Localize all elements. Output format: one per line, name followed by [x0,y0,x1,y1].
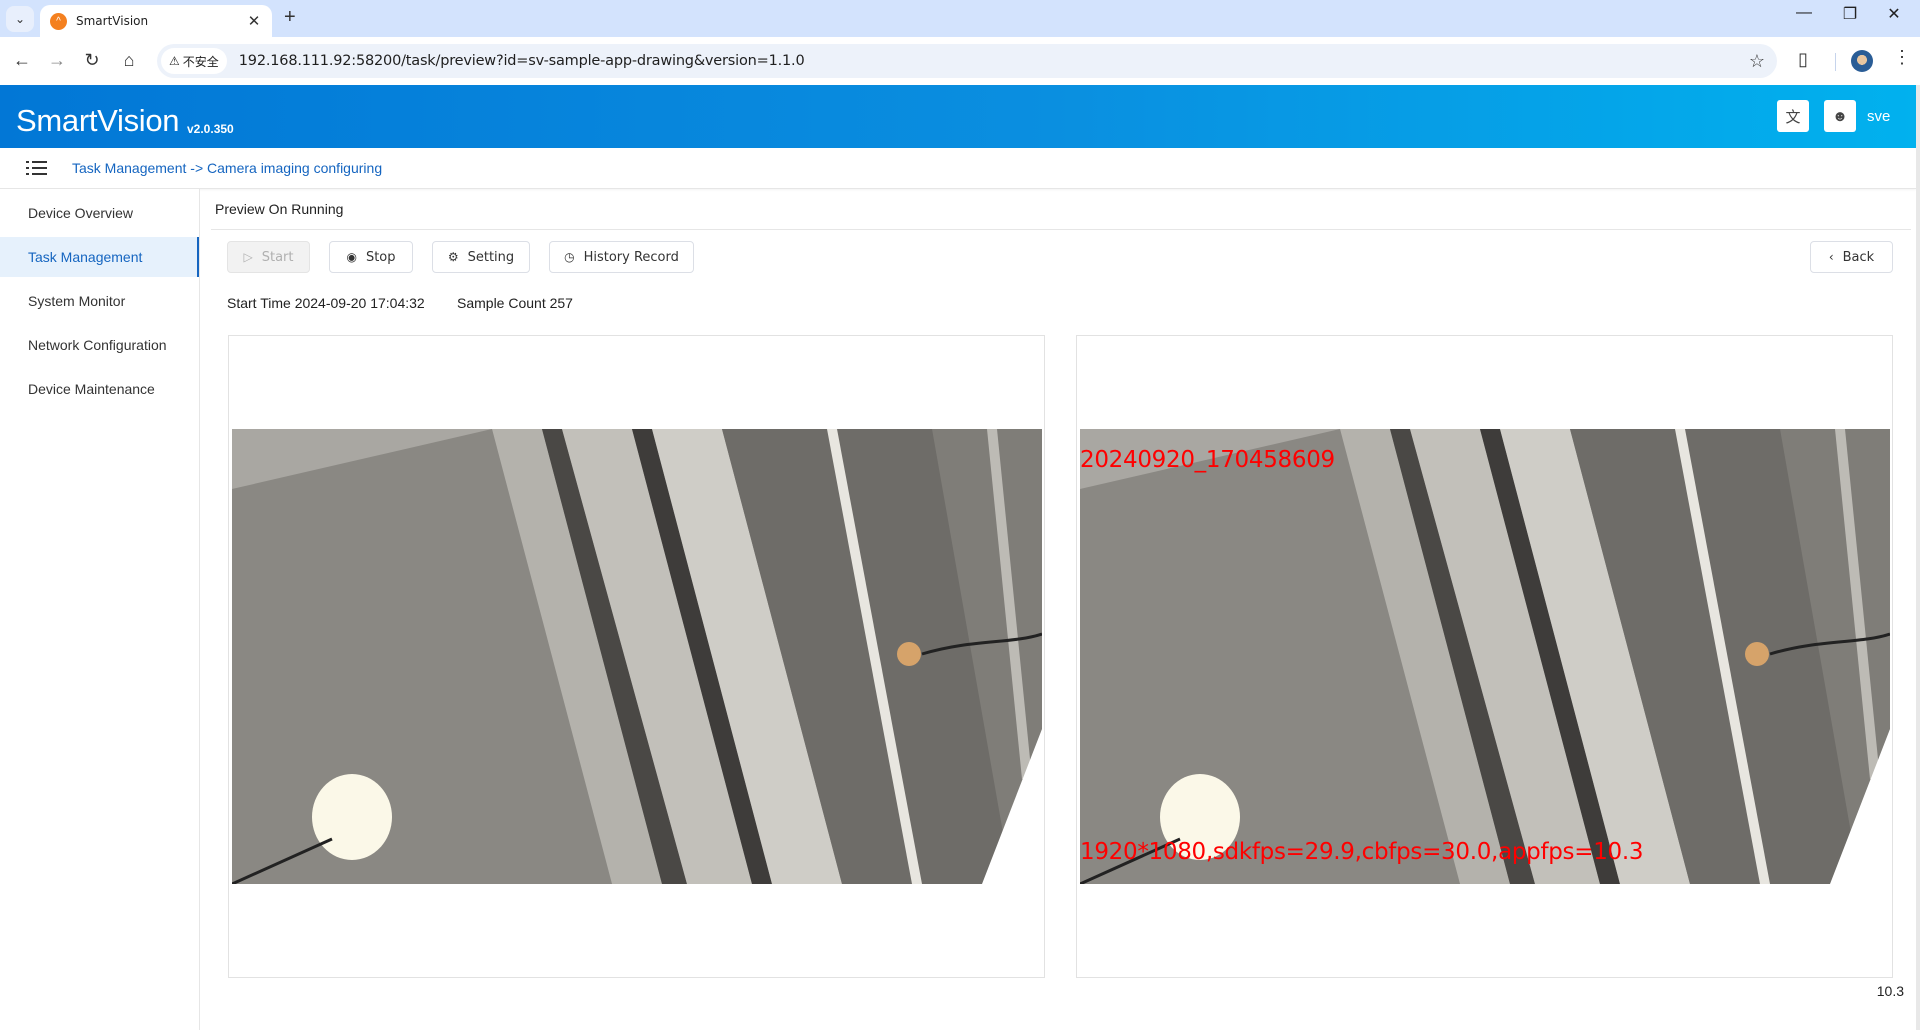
reload-icon[interactable]: ↻ [80,50,104,71]
profile-avatar[interactable] [1851,50,1873,72]
gear-icon: ⚙ [447,250,459,264]
stop-button[interactable]: ◉ Stop [329,241,413,273]
start-time-value: 2024-09-20 17:04:32 [294,295,425,311]
warning-icon: ⚠ [169,54,180,68]
annotated-camera-image [1080,429,1890,884]
raw-preview-panel [228,335,1045,978]
sidebar-item-system-monitor[interactable]: System Monitor [0,281,199,321]
annotated-preview-panel: 20240920_170458609 1920*1080,sdkfps=29.9… [1076,335,1893,978]
more-menu-icon[interactable]: ⋮ [1893,47,1911,68]
bookmark-star-icon[interactable]: ☆ [1749,51,1765,72]
security-chip[interactable]: ⚠ 不安全 [161,48,227,74]
language-button[interactable]: 文 [1777,100,1809,132]
setting-button[interactable]: ⚙ Setting [432,241,530,273]
start-time-label: Start Time [227,295,291,311]
chevron-down-icon: ⌄ [14,12,26,26]
breadcrumb-bar: Task Management -> Camera imaging config… [0,148,1916,189]
sidebar-item-label: System Monitor [28,293,126,309]
menu-toggle-icon[interactable] [26,160,47,176]
restore-icon[interactable]: ❐ [1830,4,1870,24]
stop-circle-icon: ◉ [346,250,357,264]
translate-icon: 文 [1785,108,1801,126]
page-title: Preview On Running [215,201,344,217]
history-record-button[interactable]: ◷ History Record [549,241,694,273]
main-panel: Preview On Running ▷ Start ◉ Stop ⚙ Sett… [201,189,1916,1030]
app-header: SmartVision v2.0.350 文 ☻ sve [0,85,1916,148]
fps-readout: 10.3 [1876,983,1904,999]
start-button[interactable]: ▷ Start [227,241,310,273]
back-label: Back [1842,249,1875,265]
setting-label: Setting [467,249,515,265]
toolbar-divider [1835,53,1836,71]
sample-count-label: Sample Count [457,295,546,311]
page-scrollbar[interactable] [1916,85,1920,1030]
annotated-camera-frame: 20240920_170458609 1920*1080,sdkfps=29.9… [1080,429,1890,884]
home-icon[interactable]: ⌂ [117,50,141,71]
address-bar[interactable]: ⚠ 不安全 192.168.111.92:58200/task/preview?… [157,44,1777,78]
start-label: Start [261,249,294,265]
tab-search-button[interactable]: ⌄ [6,6,34,32]
sidebar-item-label: Network Configuration [28,337,167,353]
overlay-timestamp: 20240920_170458609 [1080,447,1335,473]
title-divider [211,229,1911,230]
minimize-icon[interactable]: — [1784,4,1824,22]
breadcrumb[interactable]: Task Management -> Camera imaging config… [72,160,382,176]
sidebar: Device Overview Task Management System M… [0,189,200,1030]
sidebar-item-device-maintenance[interactable]: Device Maintenance [0,369,199,409]
new-tab-button[interactable]: + [284,6,296,29]
extensions-puzzle-icon[interactable]: ▯ [1798,49,1808,70]
close-window-icon[interactable]: ✕ [1874,4,1914,24]
sample-count-value: 257 [549,295,573,311]
close-tab-icon[interactable]: ✕ [246,12,262,30]
user-button[interactable]: ☻ [1824,100,1856,132]
tab-title: SmartVision [76,14,149,28]
back-arrow-icon[interactable]: ← [10,50,34,71]
app-version: v2.0.350 [187,122,234,136]
back-button[interactable]: ‹ Back [1810,241,1893,273]
security-label: 不安全 [182,54,219,69]
camera-image [232,429,1042,884]
user-icon: ☻ [1832,107,1848,125]
username[interactable]: sve [1867,108,1890,125]
sidebar-item-task-management[interactable]: Task Management [0,237,199,277]
url-text[interactable]: 192.168.111.92:58200/task/preview?id=sv-… [239,53,805,69]
sidebar-item-label: Task Management [28,249,143,265]
sidebar-item-label: Device Maintenance [28,381,155,397]
smartvision-favicon-icon: ^ [50,12,67,30]
stop-label: Stop [365,249,396,265]
forward-arrow-icon[interactable]: → [45,50,69,71]
sidebar-item-label: Device Overview [28,205,134,221]
sample-count: Sample Count 257 [457,295,573,311]
browser-tab[interactable]: ^ SmartVision ✕ [40,5,272,37]
chevron-left-icon: ‹ [1828,250,1834,264]
history-label: History Record [583,249,679,265]
browser-tab-strip: ⌄ ^ SmartVision ✕ + — ❐ ✕ [0,0,1920,37]
app-brand: SmartVision [16,103,180,138]
start-time: Start Time 2024-09-20 17:04:32 [227,295,425,311]
overlay-stats: 1920*1080,sdkfps=29.9,cbfps=30.0,appfps=… [1080,839,1644,865]
clock-icon: ◷ [564,250,575,264]
raw-camera-frame [232,429,1042,884]
sidebar-item-network-configuration[interactable]: Network Configuration [0,325,199,365]
play-circle-icon: ▷ [243,250,253,264]
browser-toolbar: ← → ↻ ⌂ ⚠ 不安全 192.168.111.92:58200/task/… [0,37,1920,85]
sidebar-item-device-overview[interactable]: Device Overview [0,193,199,233]
